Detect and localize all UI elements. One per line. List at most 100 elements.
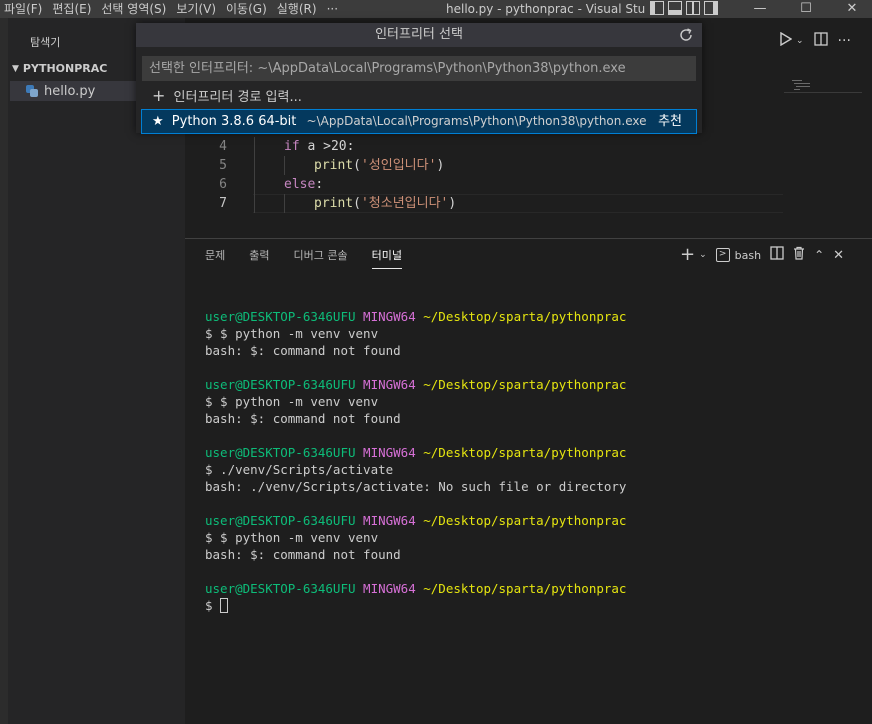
split-editor-icon[interactable] bbox=[813, 32, 828, 50]
split-layout-icon[interactable] bbox=[686, 1, 700, 15]
window-title: hello.py - pythonprac - Visual Stu bbox=[446, 2, 646, 16]
code-line: print('성인입니다') bbox=[314, 156, 444, 175]
indent-guide bbox=[254, 194, 255, 213]
close-panel-icon[interactable]: ✕ bbox=[833, 248, 844, 263]
menu-selection[interactable]: 선택 영역(S) bbox=[96, 0, 171, 18]
code-token: else bbox=[284, 177, 316, 192]
file-name: hello.py bbox=[44, 83, 96, 99]
run-python-file-icon[interactable] bbox=[780, 31, 793, 50]
menu-more[interactable]: ··· bbox=[322, 0, 343, 18]
code-token: ) bbox=[448, 196, 457, 211]
folder-header[interactable]: ▼ PYTHONPRAC bbox=[12, 62, 107, 75]
item-label: 인터프리터 경로 입력... bbox=[173, 90, 302, 105]
code-token: a >20 bbox=[299, 139, 347, 154]
terminal-input-line[interactable]: $ bbox=[205, 597, 626, 614]
minimap-slider[interactable] bbox=[784, 92, 862, 93]
prompt-path: ~/Desktop/sparta/pythonprac bbox=[415, 513, 627, 528]
code-token: ( bbox=[353, 158, 361, 173]
line-number: 7 bbox=[219, 196, 227, 211]
panel-tabs: 문제 출력 디버그 콘솔 터미널 bbox=[205, 249, 426, 269]
indent-guide bbox=[254, 156, 255, 175]
code-token: '성인입니다' bbox=[360, 158, 437, 173]
enter-interpreter-path-item[interactable]: + 인터프리터 경로 입력... bbox=[142, 85, 696, 107]
run-options-chevron-icon[interactable]: ⌄ bbox=[796, 36, 804, 46]
new-terminal-icon[interactable]: + bbox=[680, 246, 695, 264]
activity-bar bbox=[0, 18, 8, 724]
terminal-icon: > bbox=[715, 248, 730, 262]
terminal-profile-chevron-icon[interactable]: ⌄ bbox=[699, 250, 707, 260]
prompt-env: MINGW64 bbox=[355, 309, 416, 324]
prompt-env: MINGW64 bbox=[355, 445, 416, 460]
code-token: : bbox=[346, 139, 355, 154]
prompt-env: MINGW64 bbox=[355, 513, 416, 528]
quick-pick-input[interactable]: 선택한 인터프리터: ~\AppData\Local\Programs\Pyth… bbox=[142, 56, 696, 81]
panel-actions: + ⌄ > bash ⌃ ✕ bbox=[680, 246, 844, 264]
refresh-icon[interactable] bbox=[678, 27, 694, 43]
terminal-command: $ $ python -m venv venv bbox=[205, 394, 379, 409]
recommended-badge: 추천 bbox=[658, 114, 682, 129]
code-token: : bbox=[315, 177, 324, 192]
maximize-panel-chevron-up-icon[interactable]: ⌃ bbox=[814, 248, 824, 262]
code-token: if bbox=[284, 139, 300, 154]
tab-terminal[interactable]: 터미널 bbox=[371, 249, 402, 269]
prompt-path: ~/Desktop/sparta/pythonprac bbox=[415, 581, 627, 596]
terminal-prompt-line: user@DESKTOP-6346UFU MINGW64 ~/Desktop/s… bbox=[205, 308, 626, 325]
terminal-output[interactable]: user@DESKTOP-6346UFU MINGW64 ~/Desktop/s… bbox=[205, 308, 626, 614]
python-file-icon bbox=[26, 85, 38, 97]
minimap[interactable] bbox=[790, 78, 862, 96]
code-editor[interactable]: 4 if a >20: 5 print('성인입니다') 6 else: 7 print('청… bbox=[185, 137, 872, 217]
prompt-env: MINGW64 bbox=[355, 581, 416, 596]
minimize-button[interactable]: — bbox=[740, 0, 780, 18]
menu-edit[interactable]: 편집(E) bbox=[47, 0, 96, 18]
explorer-title: 탐색기 bbox=[30, 36, 61, 49]
prompt-path: ~/Desktop/sparta/pythonprac bbox=[415, 377, 627, 392]
terminal-cursor bbox=[220, 598, 229, 613]
code-line: if a >20: bbox=[284, 137, 354, 156]
terminal-prompt-line: user@DESKTOP-6346UFU MINGW64 ~/Desktop/s… bbox=[205, 376, 626, 393]
kill-terminal-trash-icon[interactable] bbox=[793, 246, 805, 264]
editor-actions: ⌄ ··· bbox=[780, 31, 851, 50]
tab-output[interactable]: 출력 bbox=[249, 249, 269, 269]
item-label: Python 3.8.6 64-bit bbox=[171, 114, 297, 129]
more-actions-icon[interactable]: ··· bbox=[838, 33, 851, 49]
code-line: print('청소년입니다') bbox=[314, 194, 456, 213]
python-interpreter-item[interactable]: ★ Python 3.8.6 64-bit ~\AppData\Local\Pr… bbox=[141, 109, 697, 134]
indent-guide bbox=[284, 194, 285, 213]
code-line: else: bbox=[284, 175, 323, 194]
toggle-sidebar-icon[interactable] bbox=[650, 1, 664, 15]
menu-run[interactable]: 실행(R) bbox=[272, 0, 322, 18]
line-number: 6 bbox=[219, 177, 227, 192]
close-window-button[interactable]: ✕ bbox=[832, 0, 872, 18]
code-token: '청소년입니다' bbox=[360, 196, 449, 211]
prompt-user: user@DESKTOP-6346UFU bbox=[205, 581, 356, 596]
prompt-user: user@DESKTOP-6346UFU bbox=[205, 377, 356, 392]
toggle-panel-icon[interactable] bbox=[668, 1, 682, 15]
tab-problems[interactable]: 문제 bbox=[205, 249, 225, 269]
indent-guide bbox=[254, 137, 255, 156]
toggle-secondary-sidebar-icon[interactable] bbox=[704, 1, 718, 15]
terminal-output-line: bash: $: command not found bbox=[205, 343, 401, 358]
menu-bar: 파일(F) 편집(E) 선택 영역(S) 보기(V) 이동(G) 실행(R) ·… bbox=[0, 0, 343, 18]
tab-debug-console[interactable]: 디버그 콘솔 bbox=[294, 249, 348, 269]
menu-go[interactable]: 이동(G) bbox=[221, 0, 272, 18]
star-icon: ★ bbox=[152, 114, 164, 129]
plus-icon: + bbox=[152, 86, 166, 105]
terminal-output-line: bash: $: command not found bbox=[205, 547, 401, 562]
code-token: print bbox=[314, 158, 354, 173]
menu-view[interactable]: 보기(V) bbox=[171, 0, 221, 18]
menu-file[interactable]: 파일(F) bbox=[0, 0, 47, 18]
prompt-path: ~/Desktop/sparta/pythonprac bbox=[415, 445, 627, 460]
title-bar: 파일(F) 편집(E) 선택 영역(S) 보기(V) 이동(G) 실행(R) ·… bbox=[0, 0, 872, 18]
indent-guide bbox=[254, 175, 255, 194]
terminal-command: $ ./venv/Scripts/activate bbox=[205, 462, 394, 477]
prompt-env: MINGW64 bbox=[355, 377, 416, 392]
item-description: ~\AppData\Local\Programs\Python\Python38… bbox=[306, 114, 647, 128]
terminal-prompt-line: user@DESKTOP-6346UFU MINGW64 ~/Desktop/s… bbox=[205, 580, 626, 597]
maximize-button[interactable]: ☐ bbox=[786, 0, 826, 18]
split-terminal-icon[interactable] bbox=[770, 246, 784, 264]
prompt-user: user@DESKTOP-6346UFU bbox=[205, 309, 356, 324]
terminal-shell-selector[interactable]: > bash bbox=[715, 248, 761, 262]
